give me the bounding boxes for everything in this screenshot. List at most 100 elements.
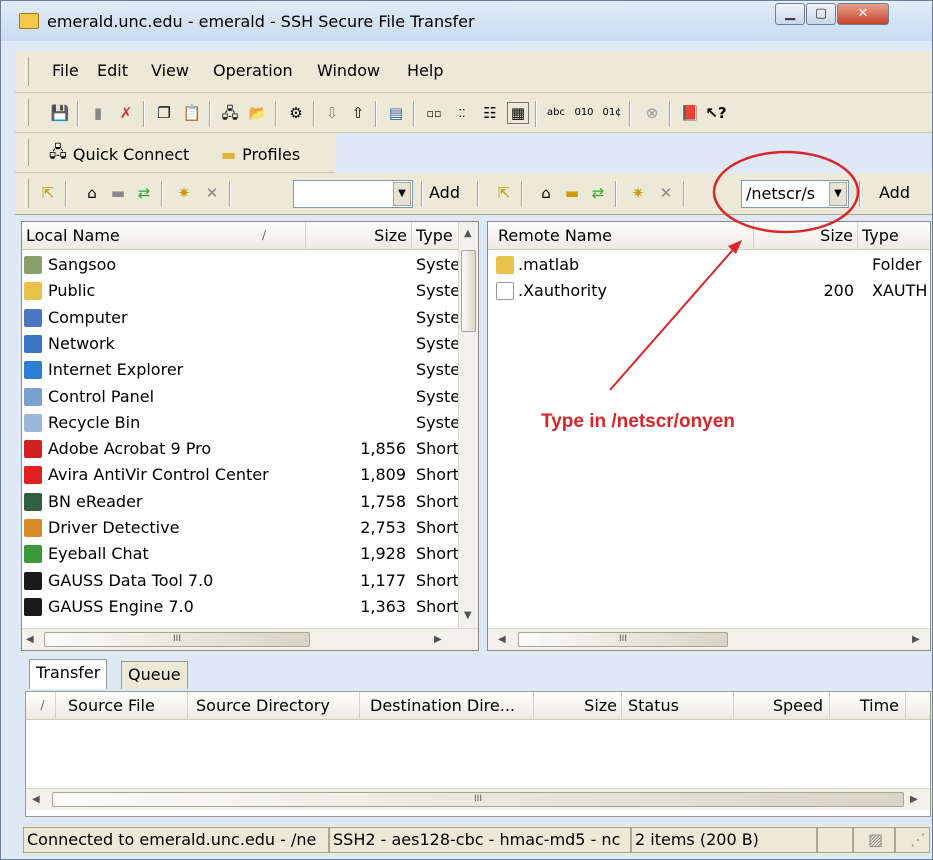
profiles-button[interactable]: ▬ Profiles xyxy=(221,142,300,166)
help-book-icon[interactable]: 📕 xyxy=(679,102,701,124)
close-button[interactable]: ✕ xyxy=(837,3,889,25)
new-connection-icon[interactable]: 🖧 xyxy=(219,102,241,124)
remote-size-column[interactable]: Size xyxy=(754,222,858,250)
remote-type-column[interactable]: Type xyxy=(858,222,930,250)
remote-up-folder-icon[interactable]: ⇱ xyxy=(493,182,515,204)
transfer-horizontal-scrollbar[interactable]: ◀ III ▶ xyxy=(26,788,930,810)
source-file-column[interactable]: Source File xyxy=(56,692,188,720)
scroll-right-icon[interactable]: ▶ xyxy=(434,634,442,645)
toolbar-grip[interactable] xyxy=(25,99,29,126)
local-folder-icon[interactable]: ▬ xyxy=(107,182,129,204)
destination-directory-column[interactable]: Destination Dire... xyxy=(360,692,534,720)
remote-refresh-icon[interactable]: ⇄ xyxy=(587,182,609,204)
local-path-combo[interactable]: ▼ xyxy=(293,180,413,208)
remote-file-row[interactable]: .Xauthority 200 XAUTH xyxy=(488,278,930,304)
resize-grip-icon[interactable]: ⋰ xyxy=(895,827,930,853)
local-file-row[interactable]: GAUSS Engine 7.0 1,363 Shortc xyxy=(22,594,458,620)
print-icon[interactable]: ▮ xyxy=(87,102,109,124)
transfer-hscroll-thumb[interactable]: III xyxy=(52,792,904,807)
tab-transfer[interactable]: Transfer xyxy=(29,659,108,689)
view-large-icon[interactable]: ▫▫ xyxy=(423,102,445,124)
scroll-left-icon[interactable]: ◀ xyxy=(32,794,40,805)
local-file-row[interactable]: Public Syster xyxy=(22,278,458,304)
remote-horizontal-scrollbar[interactable]: ◀ III ▶ xyxy=(488,628,930,650)
local-file-row[interactable]: Recycle Bin Syster xyxy=(22,410,458,436)
view-list-icon[interactable]: ☷ xyxy=(479,102,501,124)
copy-icon[interactable]: ❐ xyxy=(153,102,175,124)
ascii-icon[interactable]: abc xyxy=(545,102,567,124)
local-file-row[interactable]: Sangsoo Syster xyxy=(22,252,458,278)
remote-path-dropdown-icon[interactable]: ▼ xyxy=(829,182,847,206)
local-file-row[interactable]: Driver Detective 2,753 Shortc xyxy=(22,515,458,541)
remote-folder-icon[interactable]: ▬ xyxy=(561,182,583,204)
local-file-row[interactable]: Adobe Acrobat 9 Pro 1,856 Shortc xyxy=(22,436,458,462)
disconnect-icon[interactable]: ⊗ xyxy=(641,102,663,124)
local-file-row[interactable]: Control Panel Syster xyxy=(22,384,458,410)
local-new-folder-icon[interactable]: ✷ xyxy=(173,182,195,204)
local-file-row[interactable]: Internet Explorer Syster xyxy=(22,357,458,383)
view-small-icon[interactable]: ⁚⁚ xyxy=(451,102,473,124)
local-hscroll-thumb[interactable]: III xyxy=(44,632,310,647)
remote-new-folder-icon[interactable]: ✷ xyxy=(627,182,649,204)
local-name-column[interactable]: Local Name / xyxy=(22,222,306,250)
local-vertical-scrollbar[interactable]: ▲ ▼ xyxy=(458,222,478,628)
source-directory-column[interactable]: Source Directory xyxy=(188,692,360,720)
local-address-grip[interactable] xyxy=(25,179,29,208)
scroll-left-icon[interactable]: ◀ xyxy=(26,634,34,645)
save-icon[interactable]: 💾 xyxy=(49,102,71,124)
maximize-button[interactable]: ▢ xyxy=(806,3,836,25)
remote-name-column[interactable]: Remote Name xyxy=(488,222,754,250)
delete-icon[interactable]: ✗ xyxy=(115,102,137,124)
what-is-this-icon[interactable]: ↖? xyxy=(705,102,727,124)
menubar-grip[interactable] xyxy=(25,57,29,86)
binary-icon[interactable]: 010 xyxy=(573,102,595,124)
paste-icon[interactable]: 📋 xyxy=(181,102,203,124)
tab-queue[interactable]: Queue xyxy=(121,661,188,689)
local-path-dropdown-icon[interactable]: ▼ xyxy=(393,182,411,206)
menu-help[interactable]: Help xyxy=(407,61,443,80)
upload-icon[interactable]: ⇧ xyxy=(347,102,369,124)
view-details-icon[interactable]: ▦ xyxy=(507,102,529,124)
local-home-icon[interactable]: ⌂ xyxy=(81,182,103,204)
scroll-down-icon[interactable]: ▼ xyxy=(464,610,472,621)
local-file-row[interactable]: BN eReader 1,758 Shortc xyxy=(22,489,458,515)
scroll-left-icon[interactable]: ◀ xyxy=(498,634,506,645)
remote-delete-icon[interactable]: ✕ xyxy=(655,182,677,204)
menu-window[interactable]: Window xyxy=(317,61,380,80)
transfer-sort-indicator-icon[interactable]: / xyxy=(26,692,56,720)
local-type-column[interactable]: Type xyxy=(412,222,458,250)
remote-file-row[interactable]: .matlab Folder xyxy=(488,252,930,278)
scroll-right-icon[interactable]: ▶ xyxy=(910,794,918,805)
local-size-column[interactable]: Size xyxy=(306,222,412,250)
local-horizontal-scrollbar[interactable]: ◀ III ▶ xyxy=(22,628,478,650)
auto-icon[interactable]: 01¢ xyxy=(601,102,623,124)
quick-connect-button[interactable]: 🖧 Quick Connect xyxy=(49,142,189,166)
local-up-folder-icon[interactable]: ⇱ xyxy=(37,182,59,204)
remote-add-button[interactable]: Add xyxy=(879,183,910,202)
transfer-time-column[interactable]: Time xyxy=(830,692,906,720)
local-file-row[interactable]: Computer Syster xyxy=(22,305,458,331)
local-delete-icon[interactable]: ✕ xyxy=(201,182,223,204)
local-file-row[interactable]: GAUSS Data Tool 7.0 1,177 Shortc xyxy=(22,568,458,594)
remote-home-icon[interactable]: ⌂ xyxy=(535,182,557,204)
remote-path-combo[interactable]: /netscr/s ▼ xyxy=(741,180,849,208)
local-vscroll-thumb[interactable] xyxy=(461,250,476,332)
scroll-up-icon[interactable]: ▲ xyxy=(464,228,472,239)
local-file-row[interactable]: Network Syster xyxy=(22,331,458,357)
local-refresh-icon[interactable]: ⇄ xyxy=(133,182,155,204)
transfer-status-column[interactable]: Status xyxy=(622,692,734,720)
download-icon[interactable]: ⇩ xyxy=(321,102,343,124)
local-file-row[interactable]: Avira AntiVir Control Center 1,809 Shortc xyxy=(22,462,458,488)
transfer-speed-column[interactable]: Speed xyxy=(734,692,830,720)
local-file-row[interactable]: Eyeball Chat 1,928 Shortc xyxy=(22,541,458,567)
menu-view[interactable]: View xyxy=(151,61,189,80)
settings-icon[interactable]: ⚙ xyxy=(285,102,307,124)
terminal-icon[interactable]: ▤ xyxy=(385,102,407,124)
transfer-size-column[interactable]: Size xyxy=(534,692,622,720)
new-window-icon[interactable]: 📂 xyxy=(247,102,269,124)
scroll-right-icon[interactable]: ▶ xyxy=(912,634,920,645)
remote-hscroll-thumb[interactable]: III xyxy=(518,632,728,647)
menu-operation[interactable]: Operation xyxy=(213,61,293,80)
title-bar[interactable]: emerald.unc.edu - emerald - SSH Secure F… xyxy=(1,1,932,41)
minimize-button[interactable]: ▁ xyxy=(775,3,805,25)
